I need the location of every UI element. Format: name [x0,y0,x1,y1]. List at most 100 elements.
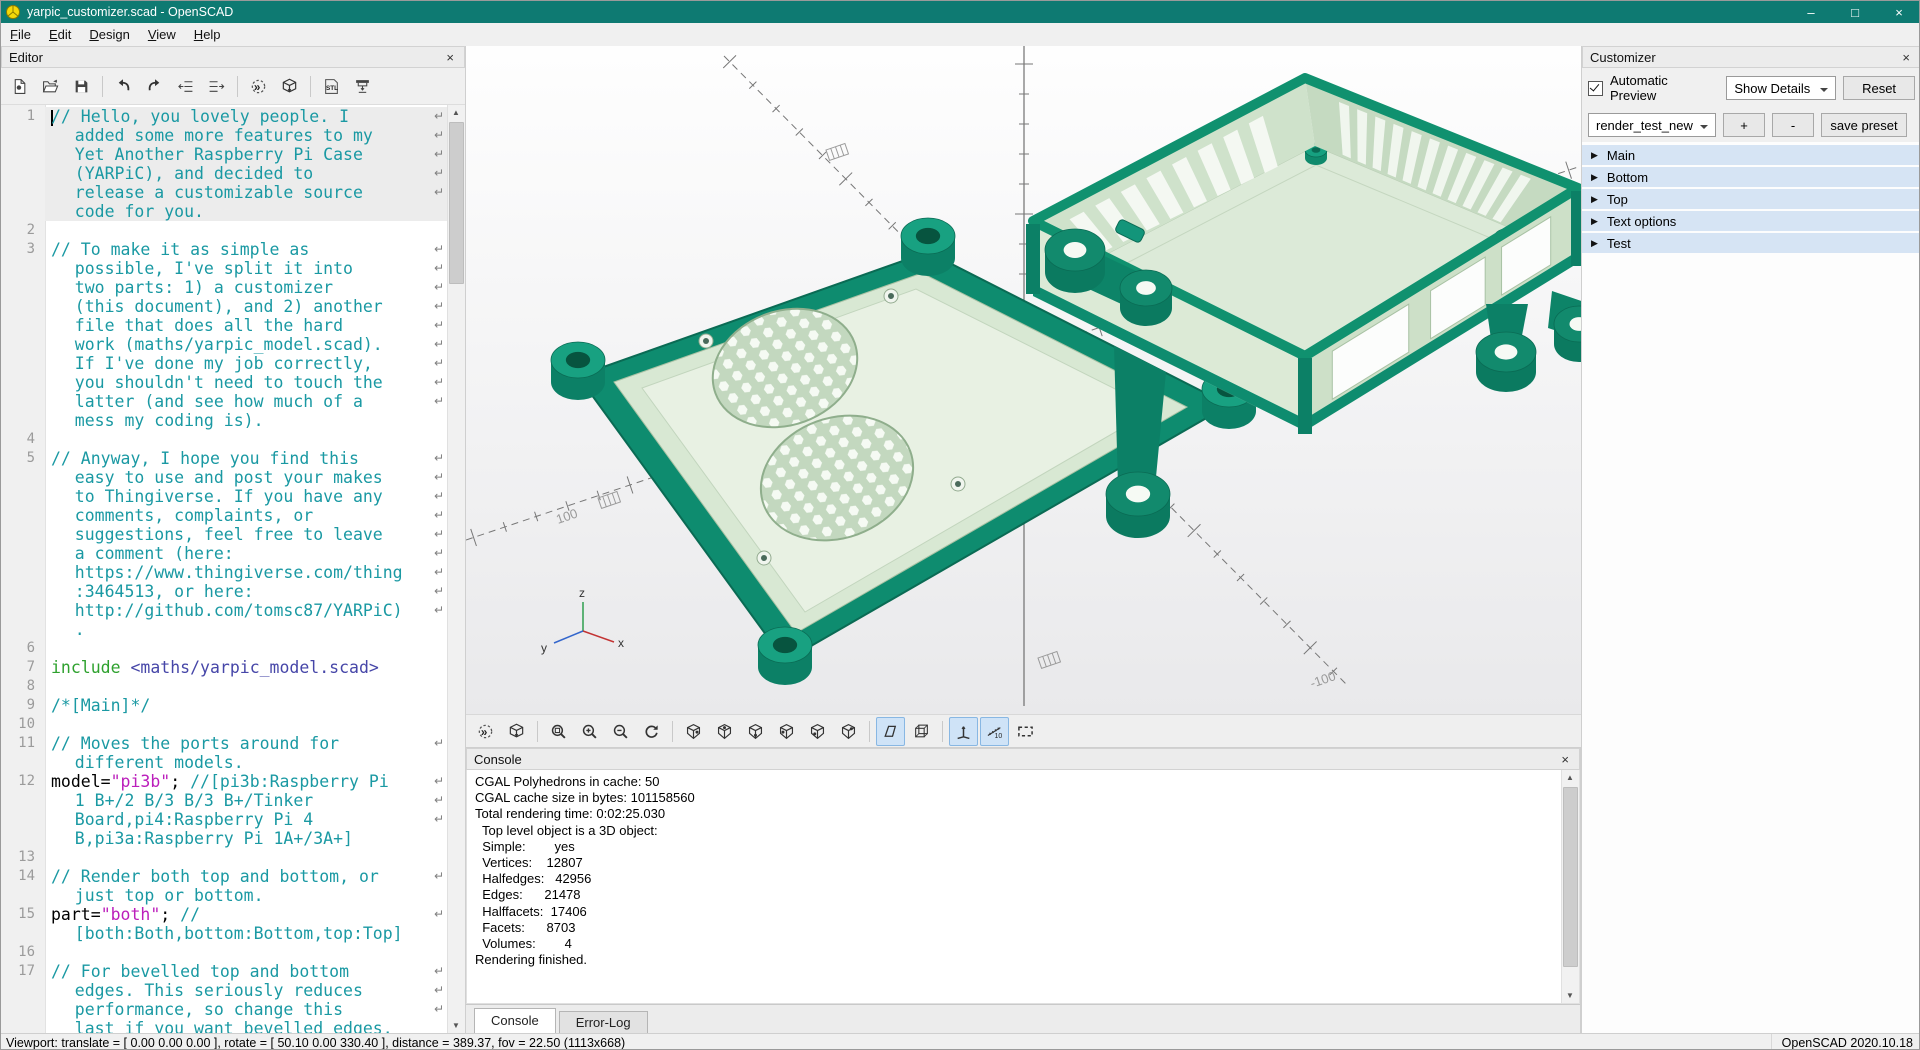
reset-button[interactable]: Reset [1843,76,1915,100]
automatic-preview-label: Automatic Preview [1610,73,1717,103]
editor-panel: Editor × » STL 1// Hello, you lovely peop… [1,46,466,1033]
editor-print-3d-button[interactable] [348,72,377,101]
editor-indent-button[interactable] [202,72,231,101]
minimize-button[interactable]: – [1789,1,1833,23]
viewport-preview-button[interactable]: » [471,717,500,746]
console-line-9: Halffacets: 17406 [475,904,1561,920]
viewport-view-front-button[interactable] [803,717,832,746]
toolbar-separator [537,721,538,742]
viewport-show-scale-button[interactable]: 10 [980,717,1009,746]
toolbar-separator [310,76,311,97]
viewport-zoom-out-button[interactable] [606,717,635,746]
editor-panel-header: Editor × [1,46,465,68]
customizer-section-main[interactable]: ▶Main [1582,145,1920,165]
save-preset-button[interactable]: save preset [1821,113,1907,137]
customizer-panel-header: Customizer × [1582,46,1920,68]
viewport-view-bottom-button[interactable] [741,717,770,746]
maximize-button[interactable]: □ [1833,1,1877,23]
editor-export-stl-button[interactable]: STL [317,72,346,101]
preset-select[interactable]: render_test_new [1588,113,1716,137]
add-preset-button[interactable]: + [1723,113,1765,137]
chevron-down-icon [1700,125,1708,133]
code-line-17-wrap3: last if you want bevelled edges. [1,1019,447,1033]
customizer-section-test[interactable]: ▶Test [1582,233,1920,253]
customizer-section-bottom[interactable]: ▶Bottom [1582,167,1920,187]
menu-design[interactable]: Design [80,25,138,44]
viewport-view-top-button[interactable] [710,717,739,746]
editor-redo-button[interactable] [140,72,169,101]
viewport-view-left-button[interactable] [772,717,801,746]
viewport-render-button[interactable] [502,717,531,746]
customizer-section-top[interactable]: ▶Top [1582,189,1920,209]
scroll-up-icon[interactable]: ▲ [448,105,464,120]
editor-file-new-button[interactable] [5,72,34,101]
render-icon [508,723,525,740]
code-editor[interactable]: 1// Hello, you lovely people. I↵added so… [1,105,465,1033]
viewport-show-axes-button[interactable] [949,717,978,746]
close-button[interactable]: × [1877,1,1920,23]
code-line-13: 13 [1,848,447,867]
viewport-view-right-button[interactable] [679,717,708,746]
editor-scrollbar[interactable]: ▲ ▼ [447,105,465,1033]
menu-file[interactable]: File [1,25,40,44]
code-line-11-wrap1: different models. [1,753,447,772]
editor-preview-button[interactable]: » [244,72,273,101]
scroll-down-icon[interactable]: ▼ [448,1018,464,1033]
editor-open-button[interactable] [36,72,65,101]
svg-text:STL: STL [326,85,338,92]
3d-viewport[interactable]: 100 -100 [466,46,1581,714]
tab-error-log[interactable]: Error-Log [559,1011,648,1033]
editor-undo-button[interactable] [109,72,138,101]
editor-render-button[interactable] [275,72,304,101]
remove-preset-button[interactable]: - [1772,113,1814,137]
menu-help[interactable]: Help [185,25,230,44]
viewport-reset-view-button[interactable] [637,717,666,746]
console-scrollbar-thumb[interactable] [1563,787,1578,967]
menu-view[interactable]: View [139,25,185,44]
code-line-1-wrap1: added some more features to my↵ [1,126,447,145]
3d-scene[interactable]: 100 -100 [466,46,1581,714]
viewport-zoom-in-button[interactable] [575,717,604,746]
scroll-up-icon[interactable]: ▲ [1562,770,1578,785]
print-3d-icon [354,78,371,95]
editor-save-button[interactable] [67,72,96,101]
tab-console[interactable]: Console [474,1008,556,1033]
code-line-5-wrap5: a comment (here:↵ [1,544,447,563]
toolbar-separator [869,721,870,742]
automatic-preview-checkbox[interactable] [1588,81,1603,96]
scroll-down-icon[interactable]: ▼ [1562,988,1578,1003]
customizer-close-icon[interactable]: × [1899,50,1913,65]
editor-unindent-button[interactable] [171,72,200,101]
customizer-section-text-options[interactable]: ▶Text options [1582,211,1920,231]
console-output[interactable]: CGAL Polyhedrons in cache: 50CGAL cache … [466,770,1580,1004]
menu-edit[interactable]: Edit [40,25,80,44]
viewport-orthogonal-button[interactable] [907,717,936,746]
code-line-3-wrap7: you shouldn't need to touch the↵ [1,373,447,392]
code-line-8: 8 [1,677,447,696]
code-line-3-wrap5: work (maths/yarpic_model.scad).↵ [1,335,447,354]
viewport-crosshair-rect-button[interactable] [1011,717,1040,746]
editor-close-icon[interactable]: × [443,50,457,65]
code-line-5-wrap3: comments, complaints, or↵ [1,506,447,525]
console-close-icon[interactable]: × [1558,752,1572,767]
code-line-7: 7include <maths/yarpic_model.scad> [1,658,447,677]
line-wrap-icon: ↵ [431,962,447,981]
line-wrap-icon: ↵ [431,183,447,202]
reset-view-icon [643,723,660,740]
code-line-1-wrap3: (YARPiC), and decided to↵ [1,164,447,183]
code-line-5-wrap9: . [1,620,447,639]
view-back-icon [840,723,857,740]
line-wrap-icon: ↵ [431,563,447,582]
axis-label-x: x [618,636,624,650]
viewport-status-text: Viewport: translate = [ 0.00 0.00 0.00 ]… [1,1036,1771,1050]
console-line-6: Vertices: 12807 [475,855,1561,871]
viewport-zoom-all-button[interactable] [544,717,573,746]
code-line-15-wrap1: [both:Both,bottom:Bottom,top:Top] [1,924,447,943]
viewport-view-back-button[interactable] [834,717,863,746]
viewport-perspective-button[interactable] [876,717,905,746]
show-details-select[interactable]: Show Details [1726,76,1836,100]
title-bar[interactable]: yarpic_customizer.scad - OpenSCAD – □ × [1,1,1920,23]
console-tab-bar: ConsoleError-Log [466,1004,1580,1033]
console-scrollbar[interactable]: ▲ ▼ [1561,770,1579,1003]
editor-scrollbar-thumb[interactable] [449,122,464,284]
